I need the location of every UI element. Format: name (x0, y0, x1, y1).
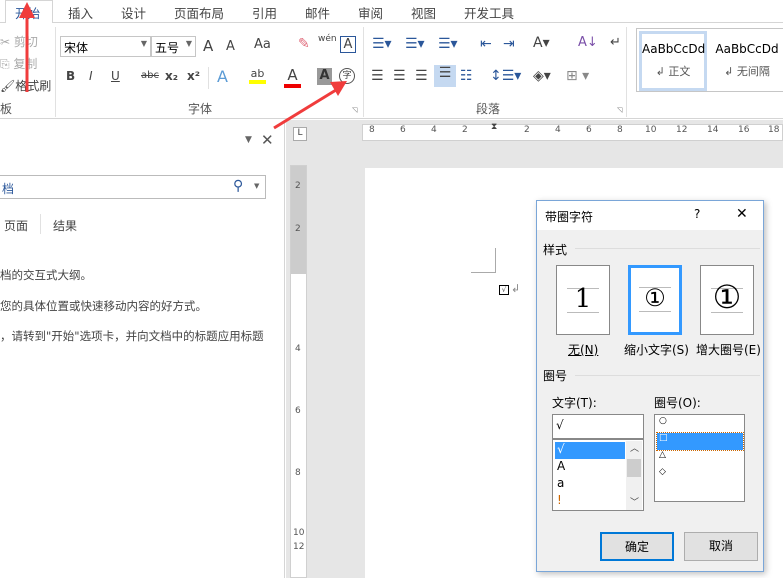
annotation-arrows (19, 2, 347, 130)
red-arrow-icon (19, 2, 35, 92)
red-arrow-icon (273, 81, 347, 130)
